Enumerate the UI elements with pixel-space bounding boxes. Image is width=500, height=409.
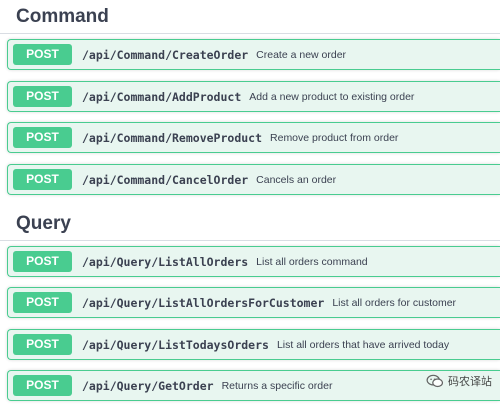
wechat-icon [426, 374, 444, 388]
method-badge: POST [13, 169, 72, 190]
method-badge: POST [13, 251, 72, 272]
method-badge: POST [13, 127, 72, 148]
operation-path: /api/Query/GetOrder [82, 378, 214, 393]
operation-list-all-orders-for-customer[interactable]: POST /api/Query/ListAllOrdersForCustomer… [7, 287, 500, 318]
operation-description: Cancels an order [256, 173, 337, 186]
operation-path: /api/Query/ListAllOrdersForCustomer [82, 295, 325, 310]
section-title-command[interactable]: Command [16, 6, 109, 28]
operation-path: /api/Command/CancelOrder [82, 172, 249, 187]
operation-description: Add a new product to existing order [249, 90, 415, 103]
swagger-ui: Command POST /api/Command/CreateOrder Cr… [0, 0, 500, 409]
operation-description: Create a new order [256, 48, 347, 61]
operation-create-order[interactable]: POST /api/Command/CreateOrder Create a n… [7, 39, 500, 70]
operation-path: /api/Command/AddProduct [82, 89, 242, 104]
operation-list-todays-orders[interactable]: POST /api/Query/ListTodaysOrders List al… [7, 329, 500, 360]
method-badge: POST [13, 292, 72, 313]
operation-description: List all orders command [256, 255, 368, 268]
section-divider [0, 240, 500, 241]
operation-remove-product[interactable]: POST /api/Command/RemoveProduct Remove p… [7, 122, 500, 153]
operation-list-all-orders[interactable]: POST /api/Query/ListAllOrders List all o… [7, 246, 500, 277]
operation-description: Remove product from order [270, 131, 399, 144]
operation-description: List all orders for customer [332, 296, 457, 309]
operation-path: /api/Command/RemoveProduct [82, 130, 263, 145]
operation-description: List all orders that have arrived today [276, 338, 450, 351]
operation-cancel-order[interactable]: POST /api/Command/CancelOrder Cancels an… [7, 164, 500, 195]
method-badge: POST [13, 86, 72, 107]
operation-path: /api/Query/ListAllOrders [82, 254, 249, 269]
section-title-query[interactable]: Query [16, 213, 71, 235]
method-badge: POST [13, 375, 72, 396]
method-badge: POST [13, 334, 72, 355]
operation-path: /api/Query/ListTodaysOrders [82, 337, 269, 352]
method-badge: POST [13, 44, 72, 65]
watermark-text: 码农译站 [448, 375, 492, 388]
operation-description: Returns a specific order [221, 379, 333, 392]
watermark: 码农译站 [426, 373, 492, 389]
operation-path: /api/Command/CreateOrder [82, 47, 249, 62]
operation-add-product[interactable]: POST /api/Command/AddProduct Add a new p… [7, 81, 500, 112]
section-divider [0, 33, 500, 34]
